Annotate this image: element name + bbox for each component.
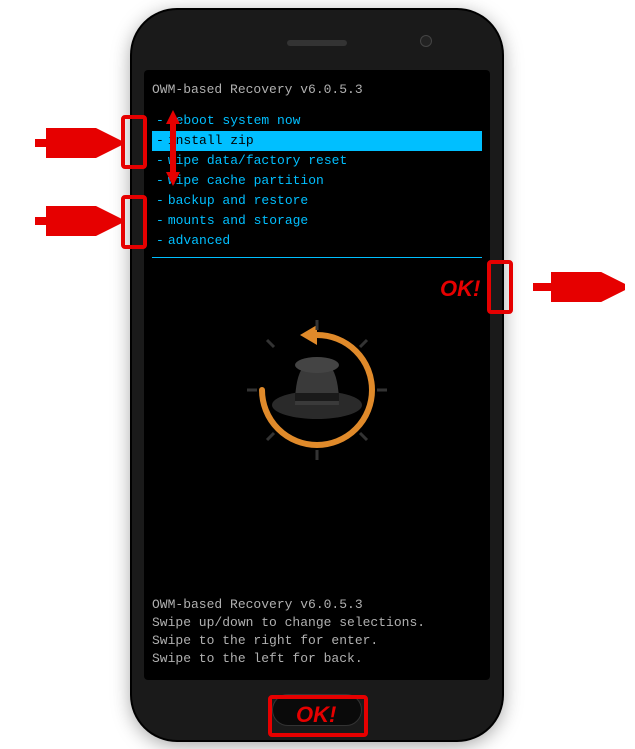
footer-line-1: OWM-based Recovery v6.0.5.3 bbox=[152, 596, 482, 614]
menu-item-advanced[interactable]: -advanced bbox=[152, 231, 482, 251]
menu-item-label: backup and restore bbox=[168, 193, 308, 208]
menu-item-label: mounts and storage bbox=[168, 213, 308, 228]
menu-bullet: - bbox=[156, 193, 168, 208]
menu-bullet: - bbox=[156, 233, 168, 248]
footer-line-3: Swipe to the right for enter. bbox=[152, 632, 482, 650]
menu-item-backup-and-restore[interactable]: -backup and restore bbox=[152, 191, 482, 211]
menu-item-install-zip[interactable]: -install zip bbox=[152, 131, 482, 151]
ok-label-home: OK! bbox=[296, 702, 336, 728]
arrow-to-power bbox=[515, 272, 625, 302]
phone-frame: OWM-based Recovery v6.0.5.3 -reboot syst… bbox=[132, 10, 502, 740]
menu-item-label: wipe cache partition bbox=[168, 173, 324, 188]
hat-icon bbox=[242, 315, 392, 465]
menu-item-wipe-data-factory-reset[interactable]: -wipe data/factory reset bbox=[152, 151, 482, 171]
ok-label-power: OK! bbox=[440, 276, 480, 302]
recovery-title: OWM-based Recovery v6.0.5.3 bbox=[152, 82, 482, 97]
menu-item-reboot-system-now[interactable]: -reboot system now bbox=[152, 111, 482, 131]
phone-front-camera bbox=[420, 35, 432, 47]
menu-item-label: reboot system now bbox=[168, 113, 301, 128]
footer-line-4: Swipe to the left for back. bbox=[152, 650, 482, 668]
menu-bullet: - bbox=[156, 213, 168, 228]
menu-bullet: - bbox=[156, 133, 168, 148]
arrow-to-volume-down bbox=[30, 206, 125, 236]
menu-item-label: wipe data/factory reset bbox=[168, 153, 347, 168]
menu-item-wipe-cache-partition[interactable]: -wipe cache partition bbox=[152, 171, 482, 191]
menu-bullet: - bbox=[156, 153, 168, 168]
arrow-to-volume-up bbox=[30, 128, 125, 158]
recovery-footer: OWM-based Recovery v6.0.5.3 Swipe up/dow… bbox=[152, 596, 482, 668]
menu-bullet: - bbox=[156, 113, 168, 128]
footer-line-2: Swipe up/down to change selections. bbox=[152, 614, 482, 632]
phone-speaker bbox=[287, 40, 347, 46]
menu-bullet: - bbox=[156, 173, 168, 188]
menu-divider bbox=[152, 257, 482, 258]
menu-item-mounts-and-storage[interactable]: -mounts and storage bbox=[152, 211, 482, 231]
cwm-logo bbox=[144, 300, 490, 480]
menu-item-label: advanced bbox=[168, 233, 230, 248]
recovery-menu: -reboot system now-install zip-wipe data… bbox=[152, 111, 482, 251]
menu-item-label: install zip bbox=[168, 133, 254, 148]
phone-screen: OWM-based Recovery v6.0.5.3 -reboot syst… bbox=[144, 70, 490, 680]
